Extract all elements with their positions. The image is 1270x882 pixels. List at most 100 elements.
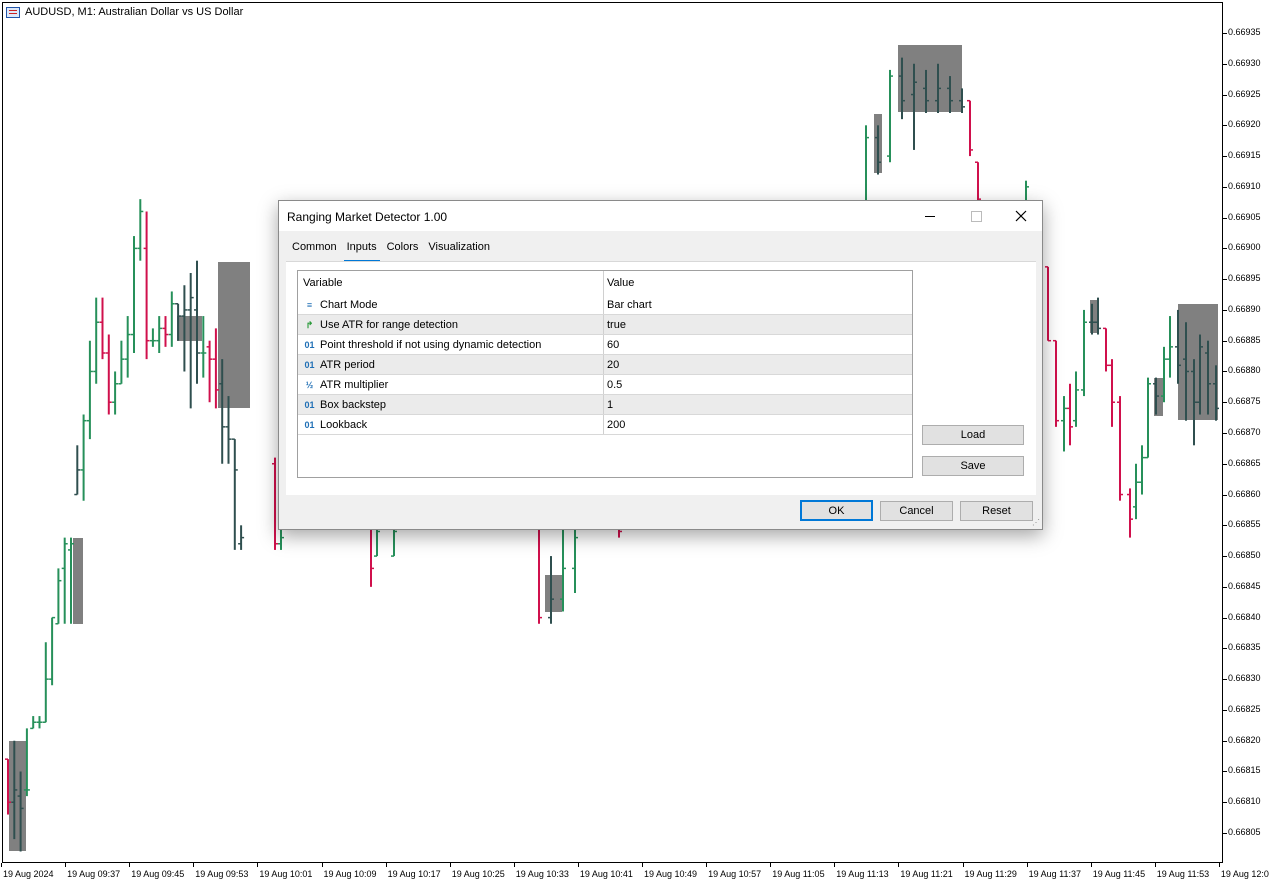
maximize-button: [953, 201, 999, 231]
time-tick-mark: [577, 863, 579, 867]
price-tick-mark: [1223, 94, 1227, 96]
int-icon: 01: [304, 360, 315, 370]
input-value-cell[interactable]: 1: [603, 395, 912, 415]
chart-window-icon: [6, 6, 20, 18]
range-box: [898, 45, 962, 112]
variable-column-header[interactable]: Variable: [298, 271, 603, 295]
input-row[interactable]: 01 Point threshold if not using dynamic d…: [298, 335, 912, 355]
price-tick-label: 0.66825: [1228, 703, 1261, 714]
tab-colors[interactable]: Colors: [382, 239, 424, 259]
dialog-tabs: Common Inputs Colors Visualization: [287, 239, 495, 262]
input-value-cell[interactable]: 0.5: [603, 375, 912, 395]
time-tick-mark: [513, 863, 515, 867]
price-tick-mark: [1223, 63, 1227, 65]
price-tick-label: 0.66925: [1228, 88, 1261, 99]
input-value-cell[interactable]: 200: [603, 415, 912, 435]
price-tick-label: 0.66865: [1228, 457, 1261, 468]
time-tick-label: 19 Aug 09:37: [67, 869, 121, 879]
time-tick-mark: [1026, 863, 1028, 867]
price-tick-label: 0.66815: [1228, 765, 1261, 776]
price-tick-label: 0.66900: [1228, 242, 1261, 253]
dialog-titlebar[interactable]: Ranging Market Detector 1.00: [279, 201, 1042, 231]
time-tick-mark: [129, 863, 131, 867]
time-tick-label: 19 Aug 11:37: [1028, 869, 1081, 879]
double-icon: ½: [305, 380, 314, 390]
price-tick-mark: [1223, 802, 1227, 804]
inputs-panel: Variable Value ≡ Chart Mode Bar chart ↱ Use …: [286, 261, 1036, 495]
input-value-cell[interactable]: Bar chart: [603, 295, 912, 315]
price-tick-label: 0.66915: [1228, 150, 1261, 161]
minimize-button[interactable]: [907, 201, 953, 231]
cancel-button[interactable]: Cancel: [880, 501, 953, 521]
range-box: [545, 575, 562, 612]
reset-button[interactable]: Reset: [960, 501, 1033, 521]
time-tick-label: 19 Aug 11:05: [772, 869, 825, 879]
input-row[interactable]: ½ ATR multiplier 0.5: [298, 375, 912, 395]
time-tick-label: 19 Aug 11:29: [964, 869, 1017, 879]
time-tick-label: 19 Aug 10:01: [259, 869, 313, 879]
price-tick-label: 0.66890: [1228, 303, 1261, 314]
price-tick-mark: [1223, 248, 1227, 250]
time-tick-label: 19 Aug 10:49: [644, 869, 698, 879]
price-tick-mark: [1223, 156, 1227, 158]
price-tick-mark: [1223, 617, 1227, 619]
chart-title-text: AUDUSD, M1: Australian Dollar vs US Doll…: [25, 6, 244, 18]
price-tick-label: 0.66920: [1228, 119, 1261, 130]
input-variable-cell: ↱ Use ATR for range detection: [298, 315, 603, 335]
time-tick-mark: [257, 863, 259, 867]
input-variable-cell: ½ ATR multiplier: [298, 375, 603, 395]
time-tick-label: 19 Aug 11:13: [836, 869, 889, 879]
price-tick-mark: [1223, 463, 1227, 465]
price-tick-label: 0.66855: [1228, 519, 1261, 530]
indicator-properties-dialog: Ranging Market Detector 1.00 Common Inpu…: [278, 200, 1043, 530]
tab-visualization[interactable]: Visualization: [423, 239, 495, 259]
time-tick-mark: [1, 863, 2, 867]
time-tick-mark: [1154, 863, 1156, 867]
time-tick-mark: [642, 863, 643, 867]
save-button[interactable]: Save: [922, 456, 1024, 476]
price-tick-mark: [1223, 402, 1227, 404]
input-variable-label: Chart Mode: [320, 299, 378, 311]
time-tick-mark: [385, 863, 387, 867]
price-tick-label: 0.66810: [1228, 796, 1261, 807]
time-tick-mark: [449, 863, 451, 867]
tab-common[interactable]: Common: [287, 239, 342, 259]
tab-inputs[interactable]: Inputs: [342, 239, 382, 262]
price-tick-mark: [1223, 740, 1227, 742]
input-row[interactable]: ↱ Use ATR for range detection true: [298, 315, 912, 335]
time-tick-mark: [1218, 863, 1220, 867]
int-icon: 01: [304, 340, 315, 350]
chart-title: AUDUSD, M1: Australian Dollar vs US Doll…: [6, 6, 243, 18]
input-value-cell[interactable]: 60: [603, 335, 912, 355]
time-tick-mark: [770, 863, 772, 867]
price-tick-mark: [1223, 556, 1227, 558]
price-tick-label: 0.66905: [1228, 211, 1261, 222]
input-value-cell[interactable]: 20: [603, 355, 912, 375]
inputs-grid: Variable Value ≡ Chart Mode Bar chart ↱ Use …: [297, 270, 913, 478]
input-row[interactable]: 01 Box backstep 1: [298, 395, 912, 415]
maximize-icon: [970, 210, 982, 222]
price-tick-label: 0.66930: [1228, 57, 1261, 68]
price-tick-mark: [1223, 771, 1227, 773]
price-tick-label: 0.66935: [1228, 27, 1261, 37]
price-tick-mark: [1223, 309, 1227, 311]
input-row[interactable]: 01 Lookback 200: [298, 415, 912, 435]
price-tick-label: 0.66895: [1228, 273, 1261, 284]
input-row[interactable]: 01 ATR period 20: [298, 355, 912, 375]
time-tick-mark: [898, 863, 900, 867]
price-tick-mark: [1223, 340, 1227, 342]
enum-icon: ≡: [306, 300, 313, 310]
input-row[interactable]: ≡ Chart Mode Bar chart: [298, 295, 912, 315]
load-button[interactable]: Load: [922, 425, 1024, 445]
ok-button[interactable]: OK: [800, 500, 873, 521]
price-tick-mark: [1223, 525, 1227, 527]
row-divider: [298, 434, 912, 435]
input-value-cell[interactable]: true: [603, 315, 912, 335]
time-tick-label: 19 Aug 10:17: [387, 869, 441, 879]
resize-grip-icon[interactable]: ⋰: [1032, 518, 1040, 527]
value-column-header[interactable]: Value: [603, 271, 912, 295]
price-tick-label: 0.66830: [1228, 673, 1261, 684]
time-tick-label: 19 Aug 11:53: [1156, 869, 1210, 879]
close-button[interactable]: [998, 201, 1044, 231]
price-tick-mark: [1223, 433, 1227, 434]
